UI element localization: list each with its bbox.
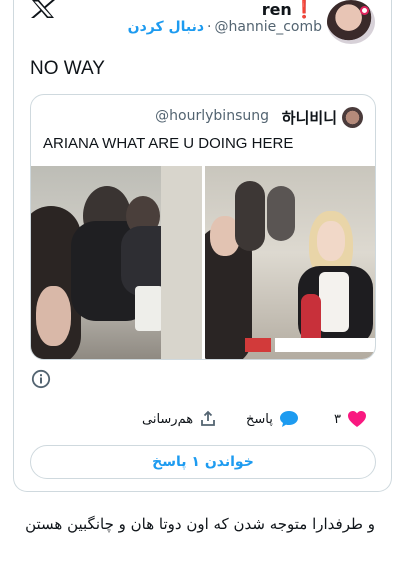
info-icon[interactable] [31, 369, 51, 389]
tweet-text: NO WAY [30, 58, 105, 79]
author-avatar[interactable] [327, 0, 375, 44]
x-logo-icon[interactable] [30, 0, 56, 18]
heart-icon [347, 411, 366, 427]
follow-button[interactable]: دنبال کردن [128, 19, 204, 35]
author-name-text: ren [261, 0, 292, 19]
reply-label: پاسخ [246, 411, 273, 427]
reply-button[interactable]: پاسخ [246, 410, 299, 428]
quoted-author-avatar[interactable] [342, 107, 363, 128]
author-name[interactable]: ren ❗ [262, 0, 315, 20]
caption-text: و طرفدارا متوجه شدن که اون دوتا هان و چا… [25, 515, 375, 533]
share-label: هم‌رسانی [142, 411, 194, 427]
like-button[interactable]: ۳ [334, 410, 367, 428]
quoted-image-cafe-people[interactable] [31, 166, 202, 359]
separator-dot: · [207, 19, 212, 35]
share-icon [201, 410, 215, 426]
quoted-image-blonde-woman[interactable] [205, 166, 375, 359]
share-button[interactable]: هم‌رسانی [142, 410, 217, 428]
author-handle[interactable]: @hannie_comb [215, 19, 323, 35]
quoted-tweet[interactable]: 하니비니 @hourlybinsung ARIANA WHAT ARE U DO… [30, 94, 376, 360]
author-subline: دنبال کردن · @hannie_comb [128, 19, 322, 35]
reply-bubble-icon [279, 411, 298, 427]
quoted-author-name[interactable]: 하니비니 [282, 107, 337, 128]
quoted-tweet-text: ARIANA WHAT ARE U DOING HERE [43, 135, 294, 152]
read-replies-label: خواندن ۱ پاسخ [152, 454, 254, 470]
quoted-author-handle[interactable]: @hourlybinsung [155, 108, 269, 124]
read-replies-button[interactable]: خواندن ۱ پاسخ [30, 445, 376, 479]
like-count: ۳ [334, 411, 341, 427]
exclamation-emoji-icon: ❗ [293, 0, 315, 20]
avatar-sticker-icon [360, 6, 369, 15]
